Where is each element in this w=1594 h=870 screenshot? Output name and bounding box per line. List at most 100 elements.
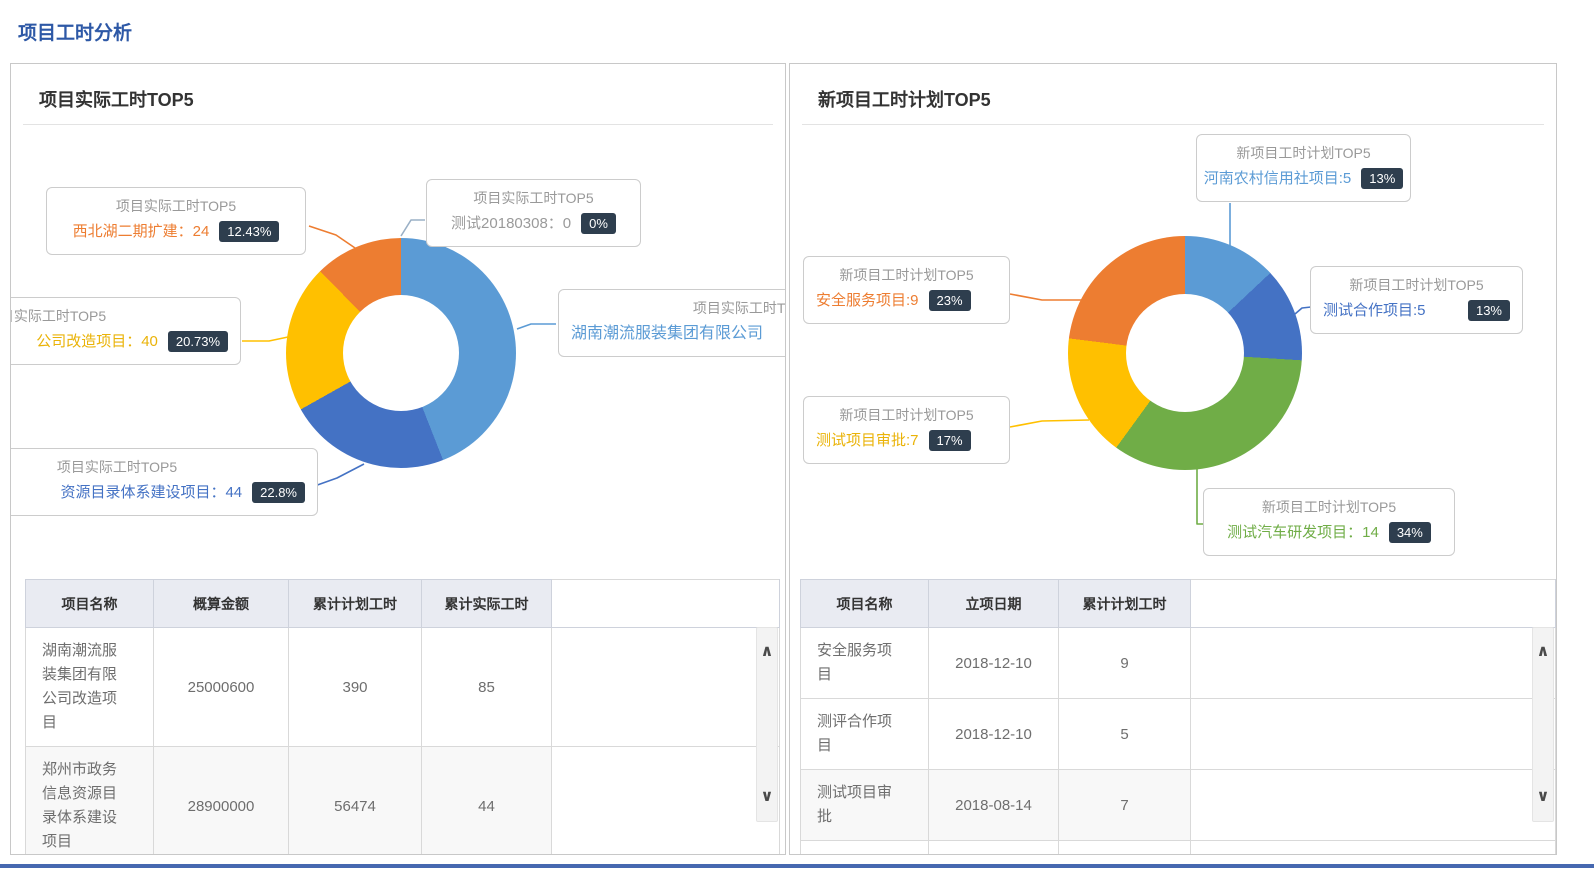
percent-badge: 22.8% bbox=[252, 482, 305, 503]
column-header: 累计计划工时 bbox=[1059, 580, 1191, 628]
table-header-row: 项目名称 立项日期 累计计划工时 bbox=[801, 580, 1556, 628]
title-divider bbox=[802, 124, 1544, 125]
table-cell-filler bbox=[552, 747, 780, 856]
table-row: 安全服务项目2018-12-109 bbox=[801, 628, 1556, 699]
scroll-up-icon[interactable]: ∧ bbox=[757, 644, 777, 660]
callout-xiangmu-shenpi: 新项目工时计划TOP5 测试项目审批:7 17% bbox=[803, 396, 1010, 464]
table-cell-filler bbox=[552, 628, 780, 747]
table-cell: 测评合作项目 bbox=[801, 699, 929, 770]
table-cell: 2018-08-13 bbox=[929, 841, 1059, 856]
table-row: 测试汽车研发项目2018-08-1314 bbox=[801, 841, 1556, 856]
planned-hours-panel: 新项目工时计划TOP5 新项目工时计划TOP5 河南农村信用社项目:5 13% 新… bbox=[789, 63, 1557, 855]
table-cell: 25000600 bbox=[154, 628, 289, 747]
table-cell-filler bbox=[1191, 841, 1556, 856]
callout-header: 新项目工时计划TOP5 bbox=[1216, 496, 1442, 519]
callout-test20180308: 项目实际工时TOP5 测试20180308：0 0% bbox=[426, 179, 641, 247]
scroll-down-icon[interactable]: ∨ bbox=[1533, 789, 1553, 805]
callout-label: 河南农村信用社项目:5 bbox=[1204, 165, 1352, 192]
scroll-up-icon[interactable]: ∧ bbox=[1533, 644, 1553, 660]
table-row: 测评合作项目2018-12-105 bbox=[801, 699, 1556, 770]
table-cell: 44 bbox=[422, 747, 552, 856]
callout-hunan-chaoliu: 项目实际工时TOP5 湖南潮流服装集团有限公司 bbox=[558, 289, 786, 357]
table-cell-filler bbox=[1191, 699, 1556, 770]
column-header: 累计计划工时 bbox=[289, 580, 422, 628]
table-header-row: 项目名称 概算金额 累计计划工时 累计实际工时 bbox=[26, 580, 780, 628]
column-header: 累计实际工时 bbox=[422, 580, 552, 628]
table-scrollbar[interactable]: ∧ ∨ bbox=[1532, 627, 1554, 822]
donut-chart-planned-hours[interactable] bbox=[1068, 236, 1302, 470]
percent-badge: 34% bbox=[1389, 522, 1431, 543]
callout-header: 项目实际工时TOP5 bbox=[439, 187, 628, 210]
table-cell: 390 bbox=[289, 628, 422, 747]
callout-header: 项目实际工时TOP5 bbox=[571, 297, 786, 320]
callout-header: 项目实际工时TOP5 bbox=[59, 195, 293, 218]
table-cell: 9 bbox=[1059, 628, 1191, 699]
callout-anquan-fuwu: 新项目工时计划TOP5 安全服务项目:9 23% bbox=[803, 256, 1010, 324]
table-cell: 14 bbox=[1059, 841, 1191, 856]
callout-label: 测试项目审批:7 bbox=[816, 427, 919, 454]
callout-henan-xinyongshe: 新项目工时计划TOP5 河南农村信用社项目:5 13% bbox=[1196, 134, 1411, 202]
percent-badge: 13% bbox=[1468, 300, 1510, 321]
callout-xibeihu: 项目实际工时TOP5 西北湖二期扩建：24 12.43% bbox=[46, 187, 306, 255]
table-cell: 85 bbox=[422, 628, 552, 747]
callout-label: 资源目录体系建设项目：44 bbox=[60, 479, 242, 506]
column-header: 项目名称 bbox=[801, 580, 929, 628]
callout-gongsi-gaizao: 项目实际工时TOP5 公司改造项目：40 20.73% bbox=[10, 297, 241, 365]
donut-hole bbox=[343, 295, 459, 411]
callout-header: 项目实际工时TOP5 bbox=[10, 305, 228, 328]
percent-badge: 23% bbox=[929, 290, 971, 311]
panel-title-actual-hours: 项目实际工时TOP5 bbox=[39, 86, 194, 112]
page-title: 项目工时分析 bbox=[18, 18, 132, 45]
percent-badge: 12.43% bbox=[219, 221, 279, 242]
donut-chart-actual-hours[interactable] bbox=[286, 238, 516, 468]
callout-label: 测试合作项目:5 bbox=[1323, 297, 1426, 324]
percent-badge: 0% bbox=[581, 213, 616, 234]
percent-badge: 20.73% bbox=[168, 331, 228, 352]
table-row: 测试项目审批2018-08-147 bbox=[801, 770, 1556, 841]
table-cell: 测试项目审批 bbox=[801, 770, 929, 841]
table-cell: 2018-08-14 bbox=[929, 770, 1059, 841]
table-cell-filler bbox=[1191, 770, 1556, 841]
callout-label: 湖南潮流服装集团有限公司 bbox=[571, 320, 763, 347]
column-header-filler bbox=[552, 580, 780, 628]
table-row: 湖南潮流服装集团有限公司改造项目2500060039085 bbox=[26, 628, 780, 747]
bottom-accent-line bbox=[0, 864, 1594, 868]
callout-ziyuan-mulu: 项目实际工时TOP5 资源目录体系建设项目：44 22.8% bbox=[10, 448, 318, 516]
column-header: 立项日期 bbox=[929, 580, 1059, 628]
callout-header: 新项目工时计划TOP5 bbox=[816, 404, 997, 427]
callout-label: 测试汽车研发项目：14 bbox=[1227, 519, 1379, 546]
callout-header: 项目实际工时TOP5 bbox=[10, 456, 305, 479]
callout-label: 公司改造项目：40 bbox=[36, 328, 158, 355]
table-cell: 2018-12-10 bbox=[929, 699, 1059, 770]
callout-header: 新项目工时计划TOP5 bbox=[1323, 274, 1510, 297]
callout-header: 新项目工时计划TOP5 bbox=[1209, 142, 1398, 165]
callout-qiche-yanfa: 新项目工时计划TOP5 测试汽车研发项目：14 34% bbox=[1203, 488, 1455, 556]
callout-label: 安全服务项目:9 bbox=[816, 287, 919, 314]
percent-badge: 13% bbox=[1361, 168, 1403, 189]
table-row: 郑州市政务信息资源目录体系建设项目289000005647444 bbox=[26, 747, 780, 856]
title-divider bbox=[23, 124, 773, 125]
actual-hours-table: 项目名称 概算金额 累计计划工时 累计实际工时 湖南潮流服装集团有限公司改造项目… bbox=[25, 579, 780, 855]
panel-title-planned-hours: 新项目工时计划TOP5 bbox=[818, 86, 991, 112]
table-cell: 7 bbox=[1059, 770, 1191, 841]
table-cell-filler bbox=[1191, 628, 1556, 699]
actual-hours-panel: 项目实际工时TOP5 项目实际工时TOP5 西北湖二期扩建：24 12.43% 项… bbox=[10, 63, 786, 855]
table-cell: 28900000 bbox=[154, 747, 289, 856]
table-cell: 2018-12-10 bbox=[929, 628, 1059, 699]
donut-hole bbox=[1126, 294, 1244, 412]
planned-hours-table: 项目名称 立项日期 累计计划工时 安全服务项目2018-12-109测评合作项目… bbox=[800, 579, 1556, 855]
callout-label: 测试20180308：0 bbox=[451, 210, 571, 237]
percent-badge: 17% bbox=[929, 430, 971, 451]
table-cell: 安全服务项目 bbox=[801, 628, 929, 699]
table-scrollbar[interactable]: ∧ ∨ bbox=[756, 627, 778, 822]
table-cell: 郑州市政务信息资源目录体系建设项目 bbox=[26, 747, 154, 856]
callout-label: 西北湖二期扩建：24 bbox=[73, 218, 210, 245]
table-cell: 湖南潮流服装集团有限公司改造项目 bbox=[26, 628, 154, 747]
table-cell: 56474 bbox=[289, 747, 422, 856]
scroll-down-icon[interactable]: ∨ bbox=[757, 789, 777, 805]
table-cell: 测试汽车研发项目 bbox=[801, 841, 929, 856]
callout-hezuo-xiangmu: 新项目工时计划TOP5 测试合作项目:5 13% bbox=[1310, 266, 1523, 334]
column-header-filler bbox=[1191, 580, 1556, 628]
column-header: 项目名称 bbox=[26, 580, 154, 628]
callout-header: 新项目工时计划TOP5 bbox=[816, 264, 997, 287]
